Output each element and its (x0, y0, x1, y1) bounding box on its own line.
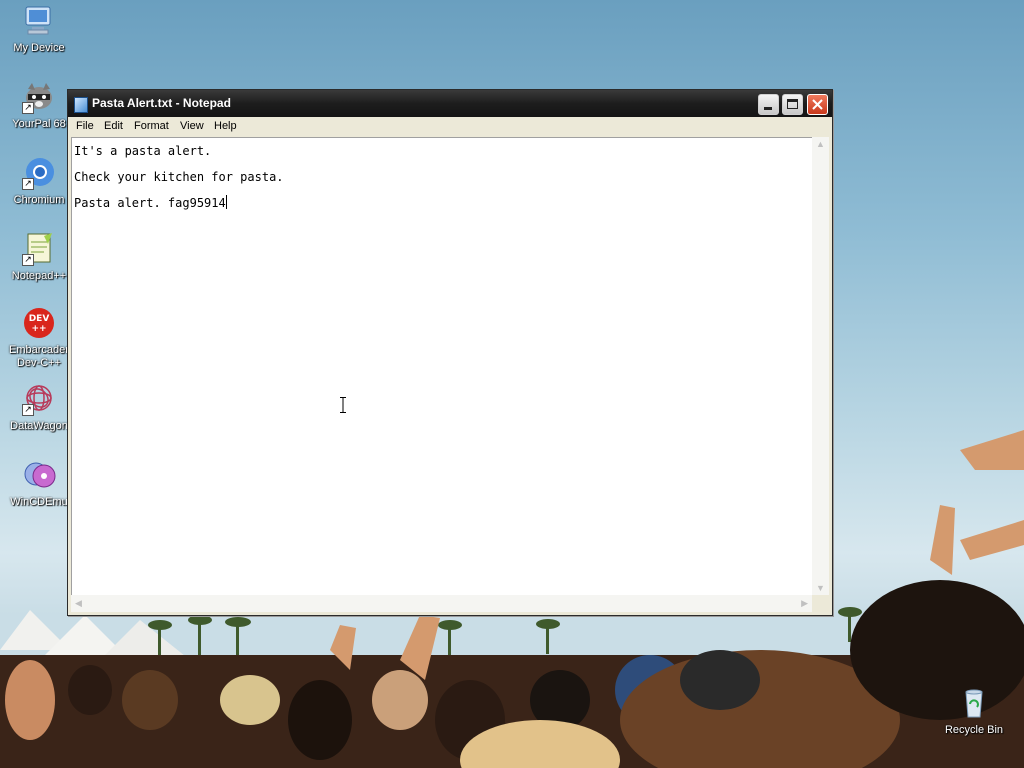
wincdemu-icon (22, 458, 56, 492)
desktop-icon-dev-cpp[interactable]: DEV ++ Embarcader Dev-C++ (1, 306, 77, 370)
icon-label: YourPal 68 (12, 118, 66, 130)
title-bar[interactable]: Pasta Alert.txt - Notepad (68, 90, 832, 117)
shortcut-arrow-icon: ↗ (22, 404, 34, 416)
desktop-icon-wincdemu[interactable]: WinCDEmu (1, 458, 77, 509)
shortcut-arrow-icon: ↗ (22, 178, 34, 190)
window-title: Pasta Alert.txt - Notepad (92, 96, 231, 110)
document-text: It's a pasta alert. Check your kitchen fo… (74, 138, 284, 216)
svg-text:++: ++ (31, 324, 46, 334)
icon-label: Notepad++ (11, 270, 67, 282)
desktop-icon-yourpal[interactable]: ↗ YourPal 68 (1, 80, 77, 131)
vertical-scrollbar[interactable]: ▲ ▼ (812, 137, 829, 595)
close-icon (812, 99, 823, 110)
desktop-icon-datawagon[interactable]: ↗ DataWagon (1, 382, 77, 433)
shortcut-arrow-icon: ↗ (22, 102, 34, 114)
text-editor[interactable]: It's a pasta alert. Check your kitchen fo… (71, 137, 813, 596)
scroll-right-icon[interactable]: ▶ (801, 598, 808, 609)
notepad-window[interactable]: Pasta Alert.txt - Notepad File Edit Form… (67, 89, 833, 616)
icon-label: Recycle Bin (944, 724, 1004, 736)
scroll-left-icon[interactable]: ◀ (75, 598, 82, 609)
maximize-button[interactable] (782, 94, 803, 115)
menu-format[interactable]: Format (134, 120, 169, 132)
yourpal-raccoon-icon: ↗ (22, 80, 56, 114)
desktop-icon-notepadpp[interactable]: ↗ Notepad++ (1, 232, 77, 283)
text-caret (225, 195, 227, 209)
desktop-icon-chromium[interactable]: ↗ Chromium (1, 156, 77, 207)
menu-help[interactable]: Help (214, 120, 237, 132)
icon-label: Embarcader Dev-C++ (9, 344, 69, 369)
menu-file[interactable]: File (76, 120, 94, 132)
menu-view[interactable]: View (180, 120, 204, 132)
text-line: Pasta alert. fag95914 (74, 196, 226, 210)
menu-edit[interactable]: Edit (104, 120, 123, 132)
recycle-bin-icon (957, 686, 991, 720)
icon-label: DataWagon (10, 420, 68, 432)
scroll-down-icon[interactable]: ▼ (816, 583, 825, 593)
ibeam-cursor-icon (340, 397, 346, 413)
icon-label: My Device (13, 42, 65, 54)
notepadpp-icon: ↗ (22, 232, 56, 266)
datawagon-icon: ↗ (22, 382, 56, 416)
desktop-icon-my-device[interactable]: My Device (1, 4, 77, 55)
text-line: Check your kitchen for pasta. (74, 170, 284, 184)
close-button[interactable] (807, 94, 828, 115)
menu-bar: File Edit Format View Help (68, 117, 832, 137)
icon-label: Chromium (13, 194, 65, 206)
minimize-button[interactable] (758, 94, 779, 115)
notepad-icon (74, 97, 88, 113)
horizontal-scrollbar[interactable]: ◀ ▶ (71, 595, 812, 612)
desktop-icon-recycle-bin[interactable]: Recycle Bin (936, 686, 1012, 737)
minimize-icon (764, 107, 772, 110)
scroll-up-icon[interactable]: ▲ (816, 139, 825, 149)
shortcut-arrow-icon: ↗ (22, 254, 34, 266)
text-line: It's a pasta alert. (74, 144, 212, 158)
my-device-icon (22, 4, 56, 38)
chromium-icon: ↗ (22, 156, 56, 190)
maximize-icon (787, 99, 798, 109)
text-line-last: Pasta alert. fag95914 (74, 190, 284, 216)
svg-text:DEV: DEV (29, 314, 50, 324)
icon-label: WinCDEmu (10, 496, 68, 508)
dev-cpp-icon: DEV ++ (22, 306, 56, 340)
size-grip[interactable] (812, 595, 829, 612)
